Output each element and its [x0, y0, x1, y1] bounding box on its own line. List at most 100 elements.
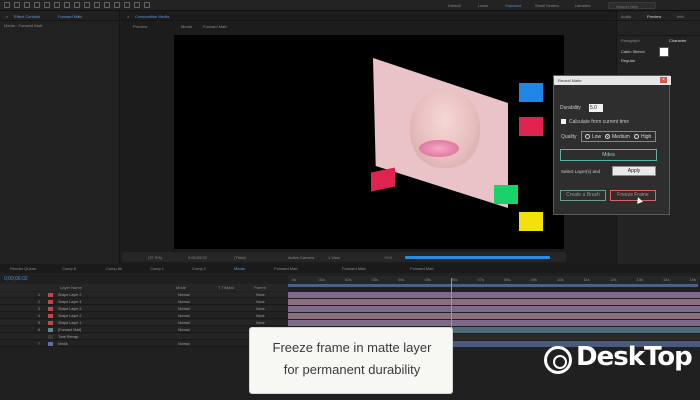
- close-icon[interactable]: ×: [6, 14, 8, 19]
- subtab-forward-matt[interactable]: Forward Matt: [203, 24, 227, 29]
- layer-name[interactable]: Shape Layer 3: [58, 307, 81, 311]
- quality-high-radio[interactable]: [634, 134, 639, 139]
- layer-color-label[interactable]: [48, 314, 53, 318]
- layer-name[interactable]: Media: [58, 342, 68, 346]
- layer-color-label[interactable]: [48, 335, 53, 339]
- puppet-tool-icon[interactable]: [144, 2, 150, 8]
- tab-media[interactable]: Media: [234, 266, 245, 271]
- calculate-checkbox[interactable]: [561, 119, 566, 124]
- layer-mode[interactable]: Normal: [178, 342, 190, 346]
- layer-color-label[interactable]: [48, 307, 53, 311]
- layer-name[interactable]: Shape Layer 2: [58, 293, 81, 297]
- layer-color-label[interactable]: [48, 300, 53, 304]
- workspace-libraries[interactable]: Libraries: [575, 3, 590, 8]
- mask-tool-icon[interactable]: [74, 2, 80, 8]
- close-icon[interactable]: ×: [127, 14, 129, 19]
- layer-mode[interactable]: Normal: [178, 328, 190, 332]
- search-help-input[interactable]: Search Help: [608, 2, 656, 9]
- layer-mode[interactable]: Normal: [178, 293, 190, 297]
- tab-composition[interactable]: Composition Media: [135, 14, 169, 19]
- rotate-tool-icon[interactable]: [44, 2, 50, 8]
- layer-row[interactable]: Time Remap: [0, 334, 288, 340]
- layer-row[interactable]: 1 Shape Layer 2 Normal None: [0, 292, 288, 298]
- layer-row[interactable]: 7MediaNormalNone: [0, 341, 288, 347]
- fill-color-swatch[interactable]: [659, 47, 669, 57]
- layer-track-bar[interactable]: [288, 313, 700, 319]
- timeline-timecode[interactable]: 0;00;06;02: [4, 276, 28, 282]
- workspace-default[interactable]: Default: [448, 3, 461, 8]
- layer-name[interactable]: [Forward Matt]: [58, 328, 81, 332]
- resolution-select[interactable]: (Third): [234, 255, 246, 260]
- matte-button[interactable]: Mdea: [560, 149, 657, 161]
- layer-row[interactable]: 3 Shape Layer 3 Normal None: [0, 306, 288, 312]
- pan-behind-tool-icon[interactable]: [64, 2, 70, 8]
- layer-parent[interactable]: None: [256, 307, 265, 311]
- layer-color-label[interactable]: [48, 342, 53, 346]
- tab-info[interactable]: Info: [677, 14, 684, 19]
- layer-mode[interactable]: Normal: [178, 307, 190, 311]
- tab-render-queue[interactable]: Render Queue: [10, 266, 36, 271]
- clone-stamp-tool-icon[interactable]: [114, 2, 120, 8]
- layer-parent[interactable]: None: [256, 293, 265, 297]
- current-time[interactable]: 0;00;05;02: [188, 255, 207, 260]
- layer-mode[interactable]: Normal: [178, 321, 190, 325]
- layer-color-label[interactable]: [48, 328, 53, 332]
- brush-tool-icon[interactable]: [104, 2, 110, 8]
- layer-track-bar[interactable]: [288, 306, 700, 312]
- zoom-tool-icon[interactable]: [34, 2, 40, 8]
- layer-parent[interactable]: None: [256, 314, 265, 318]
- subtab-preview[interactable]: Preview: [133, 24, 147, 29]
- roto-brush-tool-icon[interactable]: [134, 2, 140, 8]
- workspace-standard[interactable]: Standard: [505, 3, 521, 8]
- exposure-offset[interactable]: +0.0: [384, 255, 392, 260]
- tab-effect-controls[interactable]: Effect Controls: [14, 14, 40, 19]
- views-select[interactable]: 1 View: [328, 255, 340, 260]
- apply-button[interactable]: Apply: [612, 166, 656, 176]
- layer-name[interactable]: Time Remap: [58, 335, 78, 339]
- tab-forward-matt-1[interactable]: Forward Matt: [274, 266, 298, 271]
- layer-mode[interactable]: Normal: [178, 314, 190, 318]
- tab-paragraph[interactable]: Paragraph: [621, 38, 640, 43]
- layer-name[interactable]: Shape Layer 2: [58, 314, 81, 318]
- quality-medium-radio[interactable]: [605, 134, 610, 139]
- tab-comp-2[interactable]: Comp 2: [192, 266, 206, 271]
- layer-name[interactable]: Shape Layer 4: [58, 300, 81, 304]
- tab-preview[interactable]: Preview: [647, 14, 661, 19]
- layer-track-bar[interactable]: [288, 292, 700, 298]
- layer-row[interactable]: 4 Shape Layer 2 Normal None: [0, 313, 288, 319]
- close-icon[interactable]: ×: [660, 77, 667, 83]
- home-icon[interactable]: [4, 2, 10, 8]
- layer-row[interactable]: 2 Shape Layer 4 Normal None: [0, 299, 288, 305]
- pen-tool-icon[interactable]: [84, 2, 90, 8]
- type-tool-icon[interactable]: [94, 2, 100, 8]
- camera-select[interactable]: Active Camera: [288, 255, 314, 260]
- tab-comp-1[interactable]: Comp 1: [150, 266, 164, 271]
- font-style-select[interactable]: Regular: [621, 58, 635, 63]
- layer-row[interactable]: 5 Shape Layer 1 Normal None: [0, 320, 288, 326]
- tab-forward-matt-3[interactable]: Forward Matt: [410, 266, 434, 271]
- layer-track-bar[interactable]: [288, 320, 700, 326]
- quality-low-radio[interactable]: [585, 134, 590, 139]
- workspace-small-screen[interactable]: Small Screen: [535, 3, 559, 8]
- layer-color-label[interactable]: [48, 321, 53, 325]
- layer-color-label[interactable]: [48, 293, 53, 297]
- tab-comp-8[interactable]: Comp 8: [62, 266, 76, 271]
- font-family-select[interactable]: Cabin Sketch: [621, 49, 645, 54]
- create-brush-button[interactable]: Create a Brush: [560, 190, 606, 201]
- eraser-tool-icon[interactable]: [124, 2, 130, 8]
- tab-audio[interactable]: Audio: [621, 14, 631, 19]
- durability-input[interactable]: 5.0: [589, 104, 603, 112]
- tab-comp-8b[interactable]: Comp 8b: [106, 266, 122, 271]
- hand-tool-icon[interactable]: [24, 2, 30, 8]
- zoom-level[interactable]: (37.9%): [148, 255, 162, 260]
- time-ruler[interactable]: 0s 01s 02s 03s 04s 05s 06s 07s 08s 09s 10s 11s 12s 13…: [288, 276, 700, 284]
- layer-row[interactable]: 6[Forward Matt]NormalNone: [0, 327, 288, 333]
- layer-mode[interactable]: Normal: [178, 300, 190, 304]
- layer-name[interactable]: Shape Layer 1: [58, 321, 81, 325]
- camera-tool-icon[interactable]: [54, 2, 60, 8]
- freeze-frame-button[interactable]: Freeze Frame: [610, 190, 656, 201]
- layer-parent[interactable]: None: [256, 300, 265, 304]
- tab-character[interactable]: Character: [669, 38, 687, 43]
- work-area-bar[interactable]: [288, 284, 698, 287]
- workspace-learn[interactable]: Learn: [478, 3, 488, 8]
